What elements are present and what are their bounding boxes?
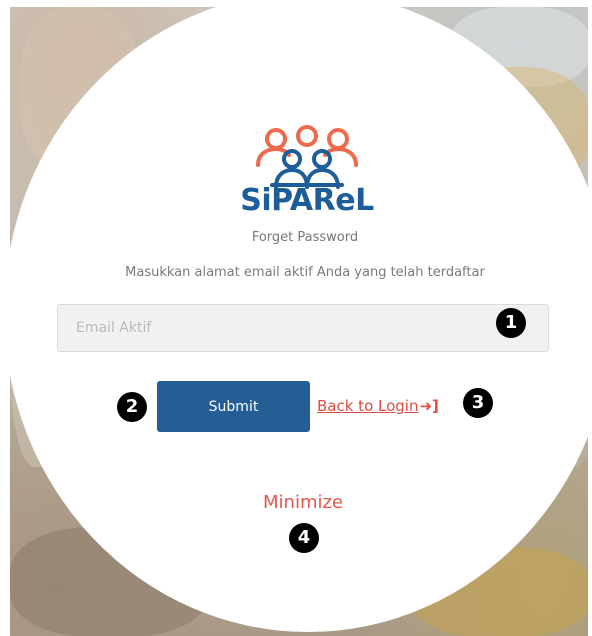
back-to-login-link[interactable]: Back to Login➜] (317, 397, 439, 415)
email-field[interactable] (57, 304, 549, 352)
page-subtitle: Forget Password (251, 230, 359, 245)
callout-badge-1: 1 (496, 308, 526, 338)
back-to-login-label: Back to Login (317, 397, 419, 415)
callout-badge-2: 2 (117, 392, 147, 422)
instruction-text: Masukkan alamat email aktif Anda yang te… (125, 265, 485, 280)
callout-badge-4: 4 (289, 523, 319, 553)
brand-name: SiPAReL (240, 183, 374, 218)
minimize-button[interactable]: Minimize (230, 492, 376, 513)
sign-in-icon: ➜] (419, 397, 439, 415)
callout-badge-3: 3 (463, 388, 493, 418)
submit-button[interactable]: Submit (157, 381, 310, 432)
